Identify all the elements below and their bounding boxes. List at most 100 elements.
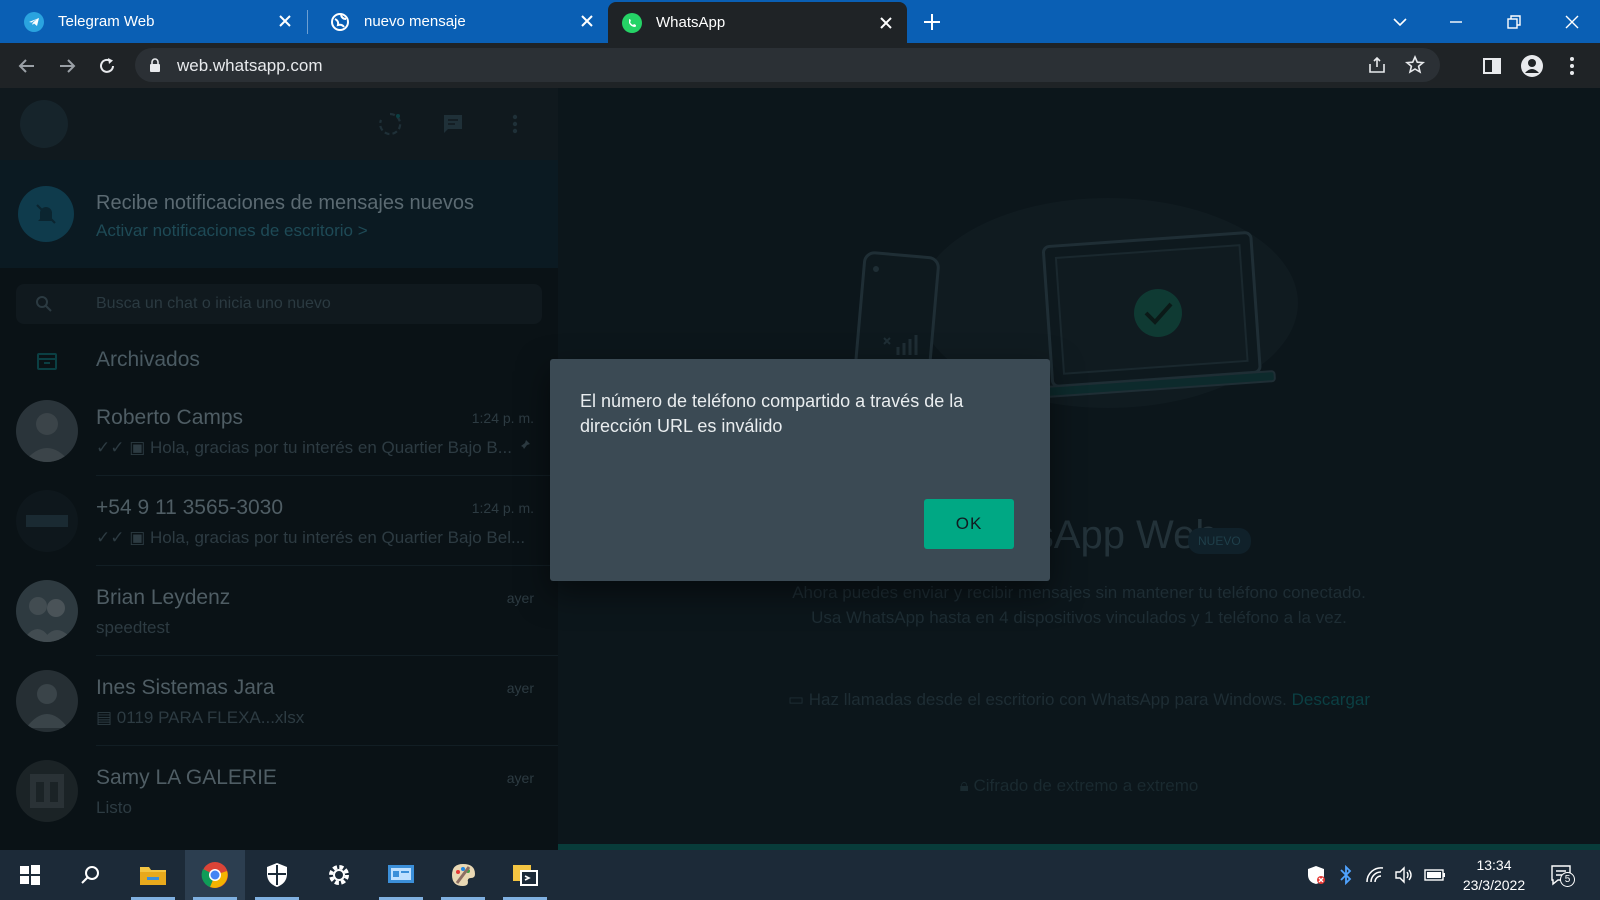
search-icon: [81, 866, 99, 884]
new-tab-icon[interactable]: [920, 10, 944, 34]
notification-center-icon[interactable]: 5: [1546, 850, 1576, 900]
browser-menu-icon[interactable]: [1560, 54, 1584, 78]
chat-name: Roberto Camps: [96, 406, 244, 429]
chat-list-item[interactable]: Roberto Camps 1:24 p. m. ✓✓ ▣ Hola, grac…: [0, 386, 558, 476]
taskbar-paint[interactable]: [433, 850, 493, 900]
default-avatar-icon: [16, 670, 78, 732]
bookmark-star-icon[interactable]: [1404, 54, 1426, 76]
forward-icon[interactable]: [55, 54, 79, 78]
chat-preview: ✓✓ ▣ Hola, gracias por tu interés en Qua…: [96, 528, 525, 548]
archived-label: Archivados: [96, 348, 200, 371]
desktop-calls-notice: ▭ Haz llamadas desde el escritorio con W…: [558, 690, 1600, 710]
reload-icon[interactable]: [95, 54, 119, 78]
taskbar-control-panel[interactable]: [371, 850, 431, 900]
status-icon[interactable]: [377, 111, 403, 137]
close-icon[interactable]: [578, 12, 596, 30]
document-icon: ▤: [96, 708, 113, 727]
windows-icon: [20, 865, 40, 885]
chat-list-item[interactable]: Ines Sistemas Jara ayer ▤ 0119 PARA FLEX…: [0, 656, 558, 746]
new-chat-icon[interactable]: [440, 111, 466, 137]
control-panel-icon: [388, 865, 414, 883]
wifi-icon[interactable]: [1362, 850, 1388, 900]
close-icon[interactable]: [877, 14, 895, 32]
double-check-icon: ✓✓: [96, 528, 125, 547]
minimize-icon[interactable]: [1444, 10, 1468, 34]
clock-time: 13:34: [1476, 857, 1512, 873]
new-badge: NUEVO: [1188, 528, 1251, 554]
intro-line: Usa WhatsApp hasta en 4 dispositivos vin…: [811, 608, 1347, 627]
window-close-icon[interactable]: [1560, 10, 1584, 34]
clock-date: 23/3/2022: [1462, 877, 1526, 893]
chat-time: ayer: [506, 770, 534, 786]
taskbar-chrome[interactable]: [185, 850, 245, 900]
chat-time: 1:24 p. m.: [471, 410, 534, 426]
whatsapp-icon: [622, 12, 642, 33]
menu-icon[interactable]: [502, 111, 528, 137]
chat-list-item[interactable]: Samy LA GALERIE ayer Listo: [0, 746, 558, 836]
ok-button[interactable]: OK: [924, 499, 1014, 549]
bell-off-icon: [18, 186, 74, 242]
archive-icon: [37, 353, 57, 370]
chat-preview: Listo: [96, 798, 132, 817]
search-box[interactable]: Busca un chat o inicia uno nuevo: [16, 284, 542, 324]
tab-search-chevron-icon[interactable]: [1388, 10, 1412, 34]
invalid-phone-dialog: El número de teléfono compartido a travé…: [550, 359, 1050, 581]
search-input[interactable]: Busca un chat o inicia uno nuevo: [96, 295, 331, 313]
taskbar-clock[interactable]: 13:34 23/3/2022: [1452, 855, 1536, 895]
intro-line: Ahora puedes enviar y recibir mensajes s…: [792, 583, 1366, 602]
url-text: web.whatsapp.com: [177, 56, 323, 75]
notification-banner[interactable]: Recibe notificaciones de mensajes nuevos…: [0, 160, 558, 268]
back-icon[interactable]: [15, 54, 39, 78]
folder-icon: [140, 867, 166, 885]
bluetooth-icon[interactable]: [1333, 850, 1359, 900]
avatar: [16, 490, 78, 552]
taskbar-settings[interactable]: [309, 850, 369, 900]
lock-icon[interactable]: [149, 58, 161, 72]
close-icon[interactable]: [276, 12, 294, 30]
taskbar-security[interactable]: [247, 850, 307, 900]
avatar: [16, 580, 78, 642]
chat-sidebar: Recibe notificaciones de mensajes nuevos…: [0, 88, 558, 850]
taskbar-remote-app[interactable]: [495, 850, 555, 900]
gear-icon: [329, 865, 349, 885]
globe-icon: [330, 12, 350, 32]
paint-palette-icon: [452, 864, 475, 886]
tab-whatsapp[interactable]: WhatsApp: [608, 2, 907, 43]
profile-avatar[interactable]: [20, 100, 68, 148]
tab-telegram[interactable]: Telegram Web: [0, 0, 306, 43]
tab-title: nuevo mensaje: [364, 13, 466, 30]
chat-list-item[interactable]: Brian Leydenz ayer speedtest: [0, 566, 558, 656]
chat-list-item[interactable]: +54 9 11 3565-3030 1:24 p. m. ✓✓ ▣ Hola,…: [0, 476, 558, 566]
profile-icon[interactable]: [1520, 54, 1544, 78]
encryption-notice: 🔒︎ Cifrado de extremo a extremo: [558, 776, 1600, 796]
encryption-text: Cifrado de extremo a extremo: [973, 776, 1199, 795]
chat-preview-text: 0119 PARA FLEXA...xlsx: [116, 708, 305, 727]
archived-row[interactable]: Archivados: [0, 336, 558, 386]
volume-icon[interactable]: [1391, 850, 1417, 900]
start-button[interactable]: [0, 850, 60, 900]
chat-time: ayer: [506, 590, 534, 606]
browser-toolbar: web.whatsapp.com: [0, 43, 1600, 88]
share-icon[interactable]: [1366, 54, 1388, 76]
chat-preview: ▤ 0119 PARA FLEXA...xlsx: [96, 708, 304, 728]
pin-icon: [518, 440, 530, 452]
battery-icon[interactable]: [1421, 850, 1449, 900]
calls-text: Haz llamadas desde el escritorio con Wha…: [808, 690, 1287, 709]
laptop-icon: ▭: [787, 690, 805, 709]
notification-count-badge: 5: [1560, 872, 1575, 887]
tab-nuevo-mensaje[interactable]: nuevo mensaje: [306, 0, 608, 43]
camera-icon: ▣: [129, 528, 146, 547]
chat-preview-text: Hola, gracias por tu interés en Quartier…: [150, 438, 512, 457]
remote-desktop-icon: [513, 865, 538, 886]
taskbar-file-explorer[interactable]: [123, 850, 183, 900]
camera-icon: ▣: [129, 438, 146, 457]
intro-description: Ahora puedes enviar y recibir mensajes s…: [558, 580, 1600, 630]
sidebar-header: [0, 88, 558, 160]
search-button[interactable]: [60, 850, 120, 900]
restore-icon[interactable]: [1502, 10, 1526, 34]
side-panel-icon[interactable]: [1480, 54, 1504, 78]
download-link[interactable]: Descargar: [1292, 690, 1370, 709]
address-bar[interactable]: web.whatsapp.com: [135, 48, 1440, 82]
enable-notifications-link[interactable]: Activar notificaciones de escritorio >: [96, 221, 368, 241]
tray-security-icon[interactable]: [1303, 850, 1329, 900]
